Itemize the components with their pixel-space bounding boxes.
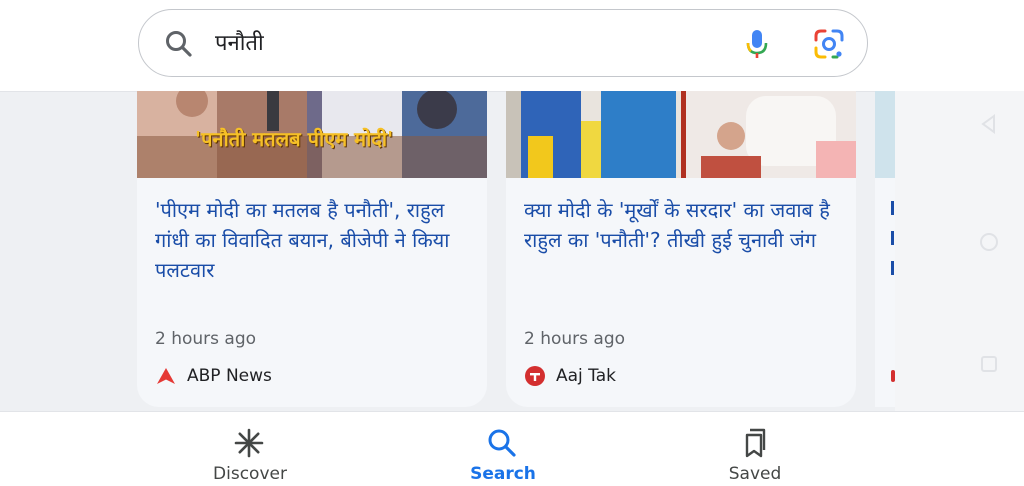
- search-input[interactable]: [215, 29, 695, 54]
- source-name: ABP News: [187, 366, 272, 386]
- news-card[interactable]: क्या मोदी के 'मूर्खों के सरदार' का जवाब …: [506, 91, 856, 407]
- google-lens-icon[interactable]: [811, 26, 847, 62]
- abp-news-logo-icon: [157, 368, 175, 384]
- home-circle-icon: [980, 233, 998, 251]
- article-source[interactable]: Aaj Tak: [524, 365, 616, 387]
- article-title[interactable]: 'पीएम मोदी का मतलब है पनौती', राहुल गांध…: [155, 195, 473, 285]
- article-source[interactable]: ABP News: [155, 365, 272, 387]
- article-thumbnail[interactable]: [506, 91, 856, 178]
- news-carousel: 'पनौती मतलब पीएम मोदी' 'पीएम मोदी का मतल…: [0, 91, 1024, 411]
- search-icon[interactable]: [163, 28, 195, 60]
- news-card-partial[interactable]: [875, 91, 895, 407]
- microphone-icon[interactable]: [739, 26, 775, 62]
- bookmark-icon: [745, 428, 766, 458]
- article-time: 2 hours ago: [155, 329, 257, 349]
- search-box[interactable]: [138, 9, 868, 77]
- tab-label: Search: [470, 464, 536, 484]
- recents-square-icon: [981, 356, 997, 372]
- search-icon: [488, 429, 516, 457]
- back-triangle-icon: [981, 114, 995, 134]
- top-bar: [0, 0, 1024, 92]
- article-time: 2 hours ago: [524, 329, 626, 349]
- thumbnail-caption: 'पनौती मतलब पीएम मोदी': [195, 127, 394, 151]
- tab-saved[interactable]: Saved: [665, 412, 845, 486]
- bottom-navigation: Discover Search Saved: [0, 411, 1024, 486]
- aaj-tak-logo-icon: [525, 366, 545, 386]
- article-thumbnail[interactable]: 'पनौती मतलब पीएम मोदी': [137, 91, 487, 178]
- tab-label: Saved: [728, 464, 782, 484]
- tab-label: Discover: [213, 464, 287, 484]
- asterisk-icon: [234, 428, 264, 458]
- tab-search[interactable]: Search: [413, 412, 593, 486]
- source-name: Aaj Tak: [556, 366, 617, 386]
- tab-discover[interactable]: Discover: [160, 412, 340, 486]
- system-nav-overlay: [895, 91, 1024, 411]
- article-title[interactable]: क्या मोदी के 'मूर्खों के सरदार' का जवाब …: [524, 195, 842, 255]
- news-card[interactable]: 'पनौती मतलब पीएम मोदी' 'पीएम मोदी का मतल…: [137, 91, 487, 407]
